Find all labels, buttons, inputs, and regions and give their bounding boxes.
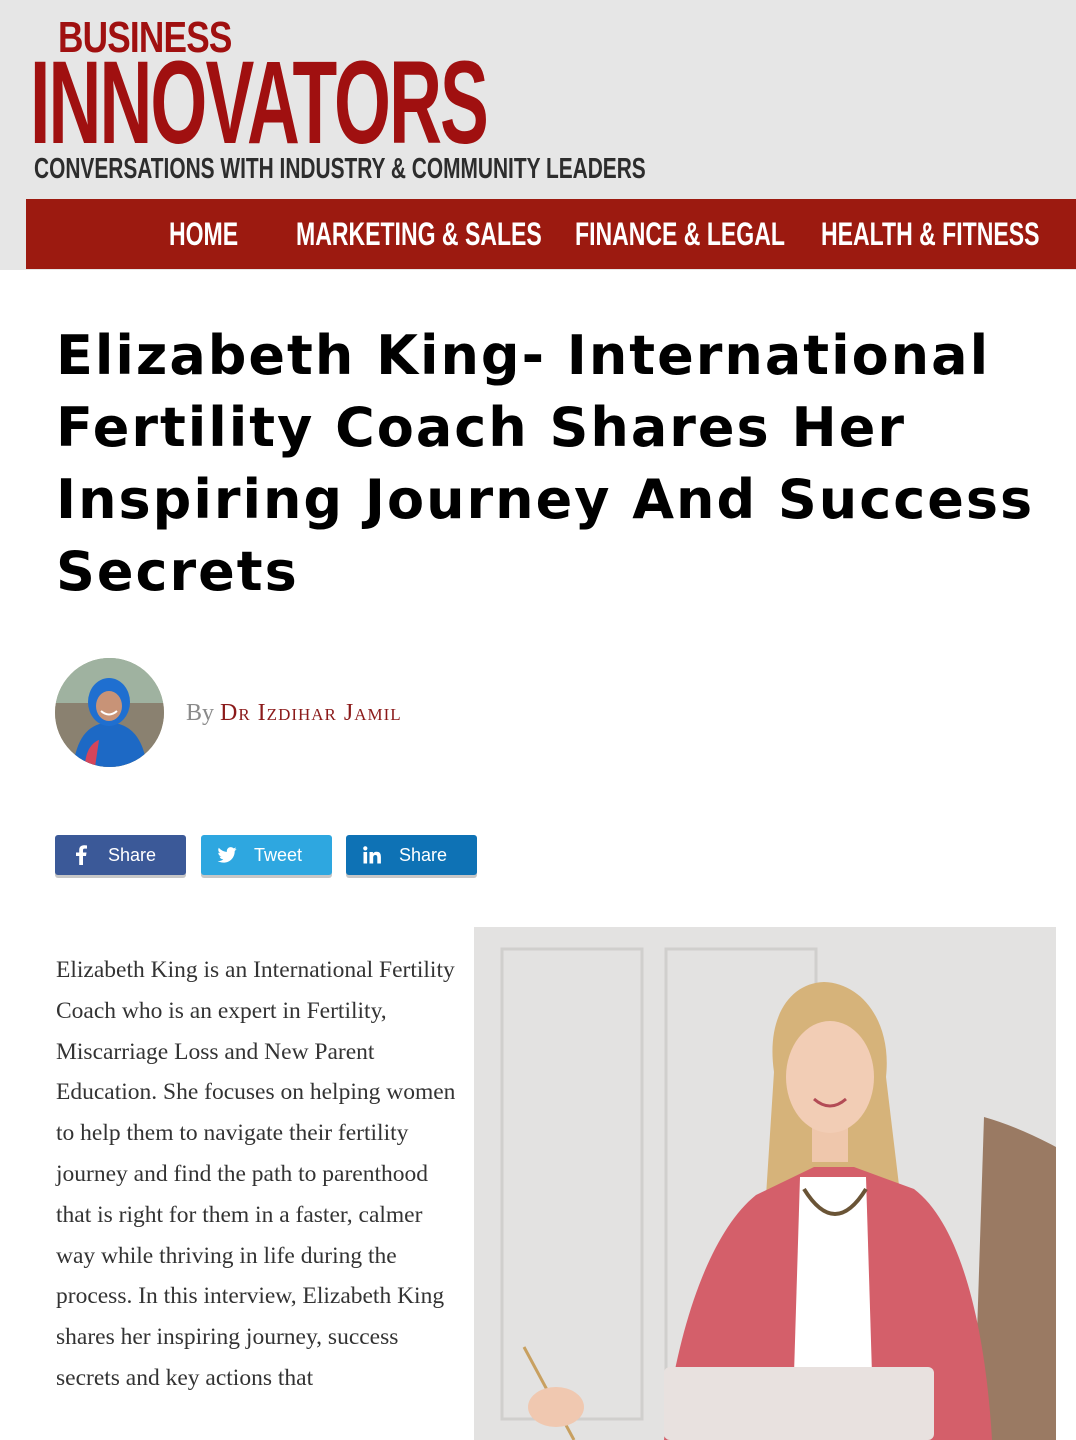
author-photo-icon bbox=[55, 658, 164, 767]
byline-prefix: By bbox=[186, 700, 215, 726]
facebook-icon bbox=[69, 835, 93, 875]
twitter-bird-icon bbox=[215, 835, 239, 875]
site-header: BUSINESS INNOVATORS CONVERSATIONS WITH I… bbox=[0, 0, 1076, 270]
linkedin-share-button[interactable]: Share bbox=[346, 835, 477, 875]
author-avatar[interactable] bbox=[55, 658, 164, 767]
nav-item-finance-legal[interactable]: FINANCE & LEGAL bbox=[575, 199, 785, 269]
author-link[interactable]: Dr Izdihar Jamil bbox=[220, 700, 402, 726]
facebook-share-button[interactable]: Share bbox=[55, 835, 186, 875]
article-intro-paragraph: Elizabeth King is an International Ferti… bbox=[56, 957, 456, 1391]
main-nav: HOME MARKETING & SALES FINANCE & LEGAL H… bbox=[26, 199, 1076, 269]
linkedin-share-label: Share bbox=[399, 845, 448, 865]
article-title: Elizabeth King- International Fertility … bbox=[56, 324, 1035, 603]
byline: By Dr Izdihar Jamil bbox=[186, 700, 402, 726]
facebook-share-label: Share bbox=[108, 845, 157, 865]
twitter-tweet-button[interactable]: Tweet bbox=[201, 835, 332, 875]
linkedin-icon bbox=[360, 835, 384, 875]
nav-item-home[interactable]: HOME bbox=[169, 199, 238, 269]
portrait-illustration bbox=[474, 927, 1056, 1440]
nav-item-marketing-sales[interactable]: MARKETING & SALES bbox=[296, 199, 542, 269]
logo-innovators-text: INNOVATORS bbox=[30, 37, 489, 169]
nav-item-health-fitness[interactable]: HEALTH & FITNESS bbox=[821, 199, 1039, 269]
site-tagline: CONVERSATIONS WITH INDUSTRY & COMMUNITY … bbox=[34, 153, 646, 185]
twitter-tweet-label: Tweet bbox=[254, 845, 303, 865]
featured-image bbox=[474, 927, 1056, 1440]
